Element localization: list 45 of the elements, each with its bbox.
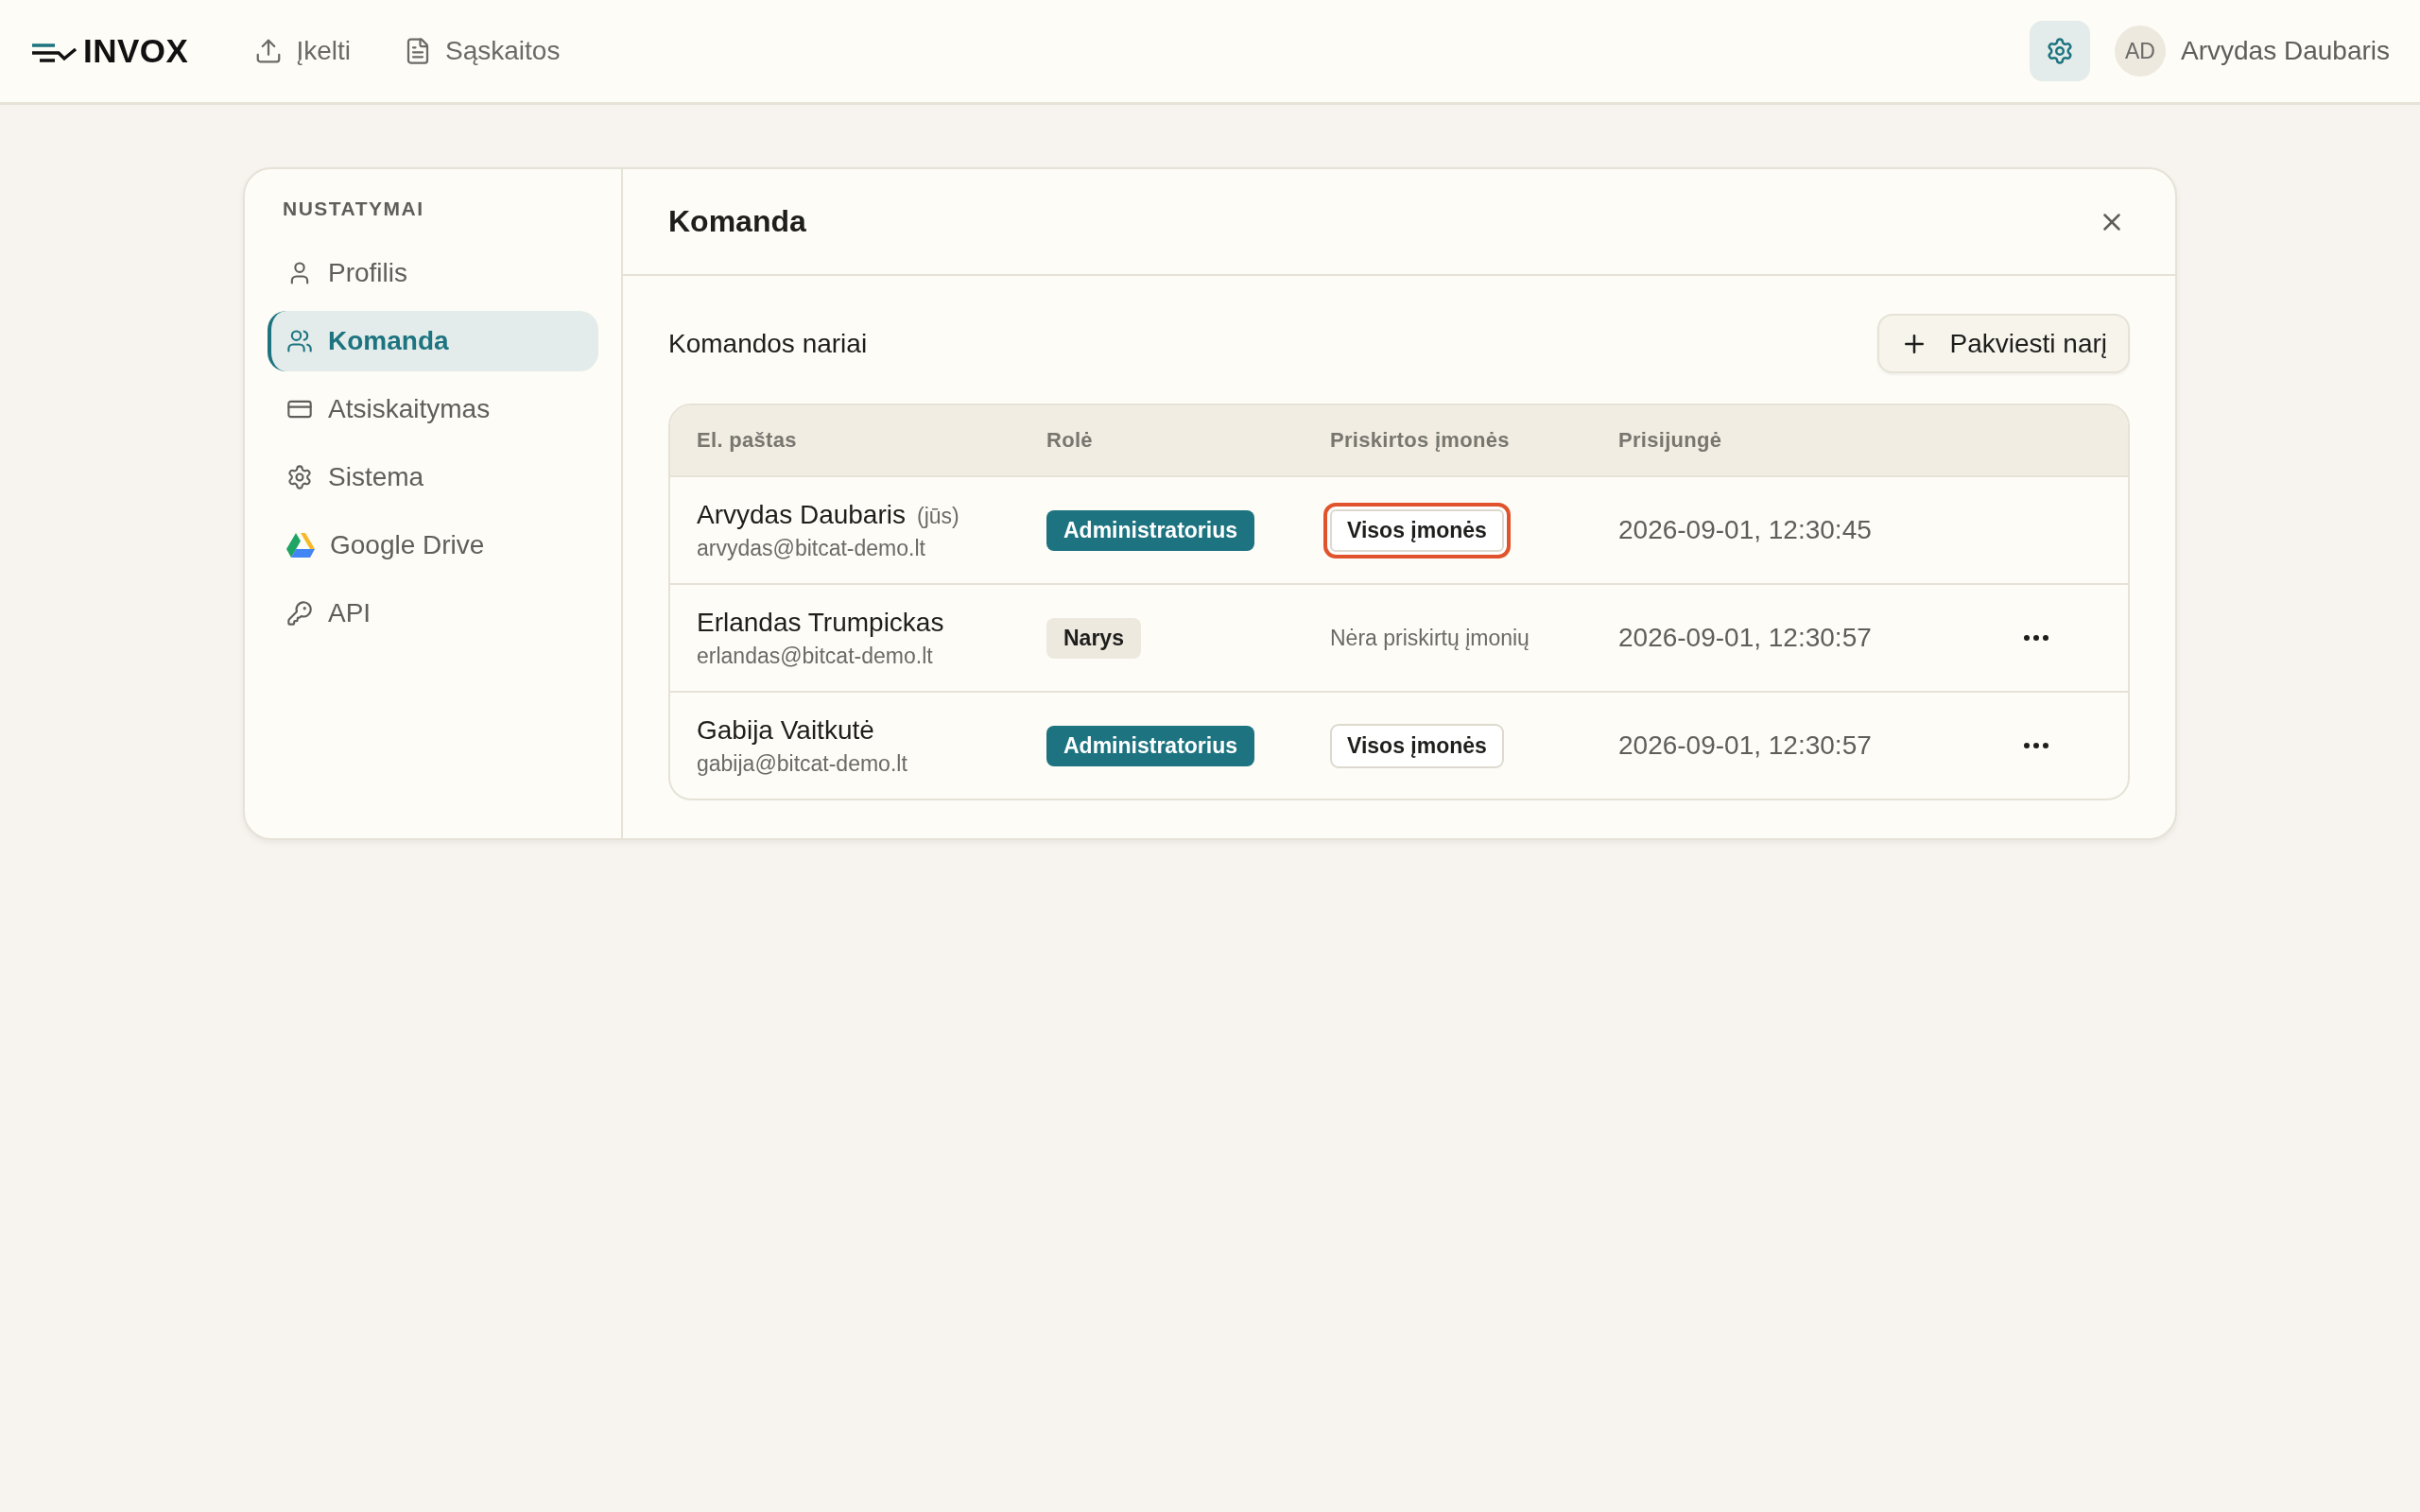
sidebar-item[interactable]: Atsiskaitymas bbox=[268, 379, 598, 439]
more-icon bbox=[2024, 743, 2048, 748]
google-drive-icon bbox=[286, 533, 315, 558]
panel-title: Komanda bbox=[668, 204, 806, 239]
member-name: Erlandas Trumpickas bbox=[697, 607, 944, 638]
nav-link[interactable]: Įkelti bbox=[254, 36, 351, 66]
companies-button[interactable]: Visos įmonės bbox=[1323, 502, 1511, 558]
key-icon bbox=[286, 600, 313, 627]
last-login: 2026-09-01, 12:30:57 bbox=[1618, 623, 1873, 653]
role-badge: Narys bbox=[1046, 617, 1141, 659]
last-login: 2026-09-01, 12:30:57 bbox=[1618, 730, 1873, 761]
column-header: Priskirtos įmonės bbox=[1330, 428, 1511, 453]
settings-button[interactable] bbox=[2030, 21, 2090, 81]
you-label: (jūs) bbox=[917, 503, 959, 529]
sidebar-item[interactable]: Profilis bbox=[268, 243, 598, 303]
sidebar-item[interactable]: Sistema bbox=[268, 447, 598, 507]
last-login: 2026-09-01, 12:30:45 bbox=[1618, 515, 1873, 545]
sidebar-item[interactable]: Google Drive bbox=[268, 515, 598, 576]
invite-button[interactable]: Pakviesti narį bbox=[1877, 314, 2130, 373]
nav-link[interactable]: Sąskaitos bbox=[404, 36, 561, 66]
user-avatar[interactable]: AD bbox=[2115, 26, 2166, 77]
role-badge: Administratorius bbox=[1046, 509, 1255, 551]
column-header: Prisijungė bbox=[1618, 428, 1723, 453]
users-icon bbox=[286, 328, 313, 354]
sidebar-heading: NUSTATYMAI bbox=[282, 198, 425, 221]
member-email: erlandas@bitcat-demo.lt bbox=[697, 643, 934, 669]
member-email: gabija@bitcat-demo.lt bbox=[697, 750, 908, 777]
sidebar-item[interactable]: Komanda bbox=[268, 311, 598, 371]
member-email: arvydas@bitcat-demo.lt bbox=[697, 535, 926, 561]
section-title: Komandos nariai bbox=[668, 328, 868, 359]
logo-text: INVOX bbox=[83, 32, 189, 70]
column-header: Rolė bbox=[1046, 428, 1094, 453]
more-button[interactable] bbox=[2024, 743, 2048, 748]
member-name: Gabija Vaitkutė bbox=[697, 714, 874, 746]
more-icon bbox=[2024, 635, 2048, 641]
member-name: Arvydas Daubaris bbox=[697, 499, 906, 530]
role-badge: Administratorius bbox=[1046, 725, 1255, 766]
settings-icon bbox=[2046, 37, 2074, 65]
no-companies-text: Nėra priskirtų įmonių bbox=[1330, 625, 1530, 651]
user-name[interactable]: Arvydas Daubaris bbox=[2181, 36, 2390, 66]
companies-button[interactable]: Visos įmonės bbox=[1330, 723, 1504, 768]
gear-icon bbox=[286, 464, 313, 490]
more-button[interactable] bbox=[2024, 635, 2048, 641]
column-header: El. paštas bbox=[697, 428, 798, 453]
sidebar-item[interactable]: API bbox=[268, 583, 598, 644]
